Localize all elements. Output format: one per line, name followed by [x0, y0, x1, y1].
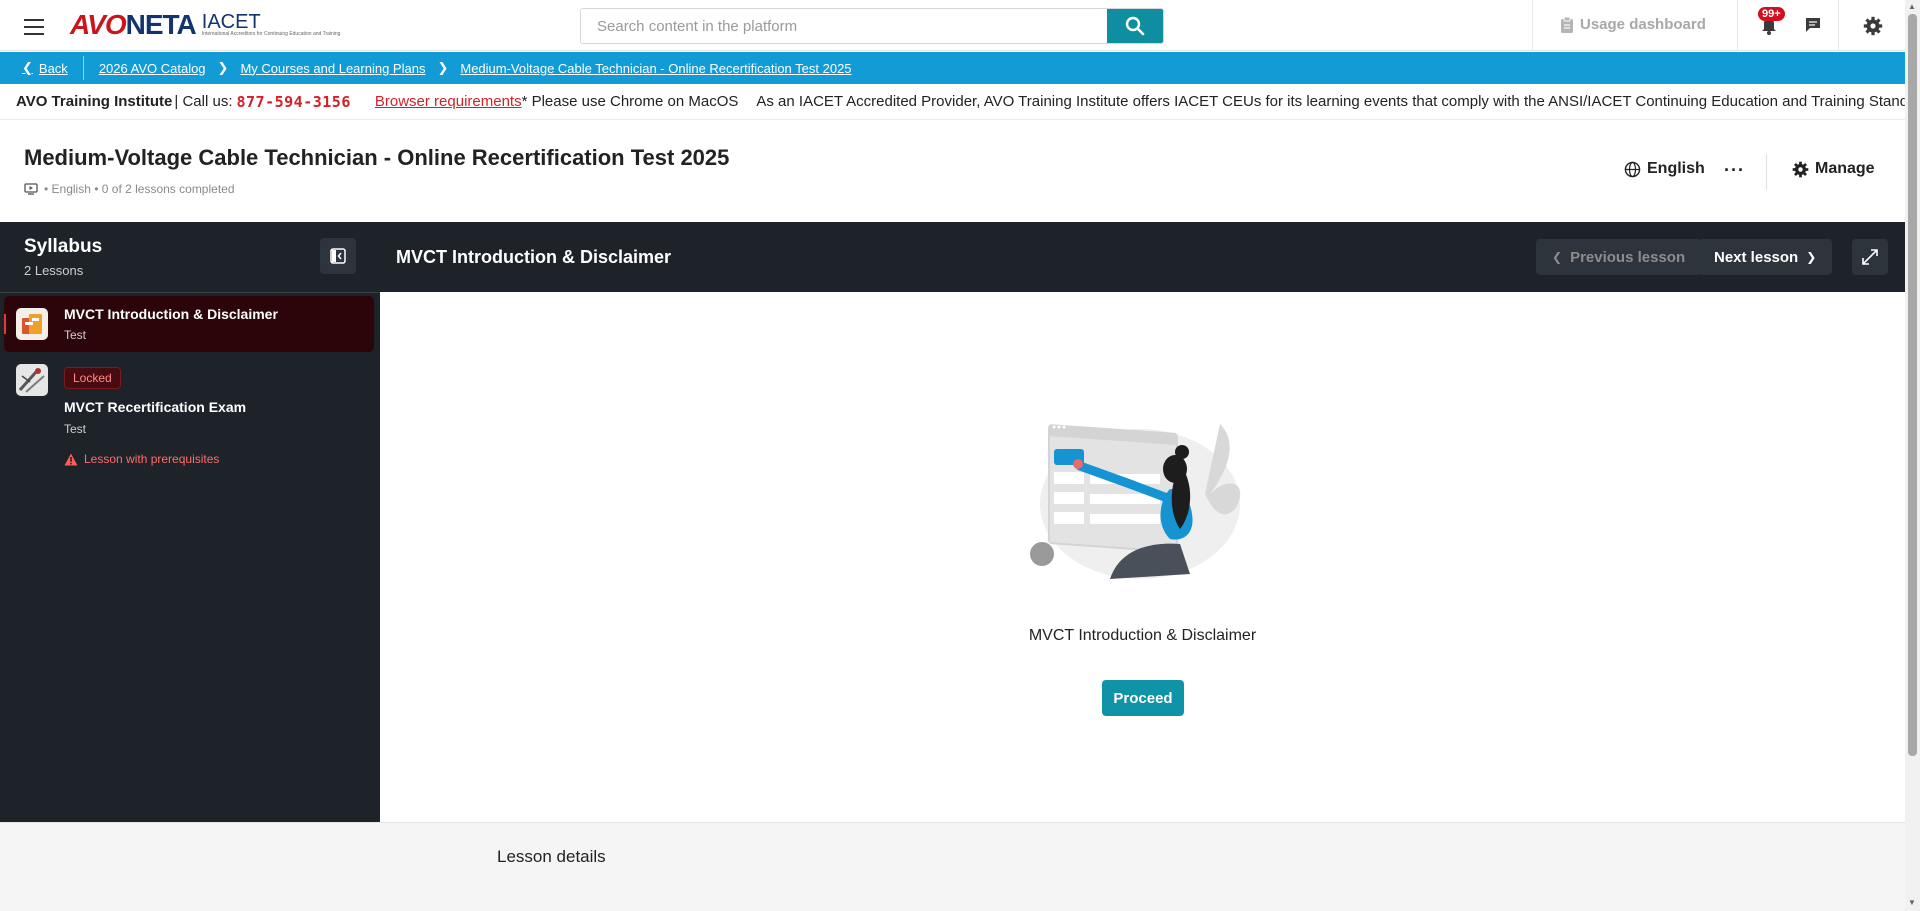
breadcrumb-item-catalog[interactable]: 2026 AVO Catalog — [99, 61, 206, 76]
syllabus-lesson-count: 2 Lessons — [24, 263, 84, 278]
chevron-right-icon: ❯ — [217, 60, 229, 75]
header-divider — [1766, 154, 1767, 190]
syllabus-sidebar: Syllabus 2 Lessons MVCT Introduction & D… — [0, 222, 380, 822]
phone-number: 877-594-3156 — [236, 92, 351, 111]
lesson-thumbnail-icon — [16, 364, 48, 396]
scrollbar-thumb[interactable] — [1908, 14, 1917, 756]
breadcrumb-divider — [82, 56, 84, 80]
header-divider — [1532, 0, 1533, 51]
warning-icon — [64, 453, 78, 465]
top-header: AVO NETA IACET International Accreditors … — [0, 0, 1905, 51]
proceed-button[interactable]: Proceed — [1102, 680, 1184, 716]
lesson-type: Test — [64, 422, 87, 436]
syllabus-lesson-item[interactable]: MVCT Introduction & Disclaimer Test — [4, 296, 374, 352]
lesson-details-label[interactable]: Lesson details — [497, 847, 606, 867]
institute-name: AVO Training Institute — [16, 93, 173, 110]
usage-dashboard-button[interactable]: Usage dashboard — [1560, 16, 1706, 33]
more-options-button[interactable]: ··· — [1724, 160, 1745, 181]
sidebar-collapse-icon — [330, 248, 346, 264]
chat-icon[interactable] — [1804, 16, 1822, 34]
language-selector[interactable]: English — [1624, 160, 1705, 178]
scroll-down-arrow-icon[interactable]: ▼ — [1908, 898, 1916, 907]
chevron-right-icon: ❯ — [1806, 250, 1817, 264]
header-divider — [1838, 0, 1839, 51]
lesson-name: MVCT Introduction & Disclaimer — [64, 306, 278, 322]
breadcrumb: ❮ Back 2026 AVO Catalog ❯ My Courses and … — [0, 52, 1905, 84]
chevron-right-icon: ❯ — [437, 60, 449, 75]
search-input[interactable] — [581, 9, 1107, 43]
course-type-icon — [24, 183, 38, 195]
lesson-header: MVCT Introduction & Disclaimer ❮ Previou… — [380, 222, 1905, 292]
scroll-up-arrow-icon[interactable]: ▲ — [1908, 2, 1916, 11]
browser-requirements-link[interactable]: Browser requirements — [375, 93, 522, 110]
locked-badge: Locked — [64, 367, 121, 389]
globe-icon — [1624, 161, 1641, 177]
notification-count-badge: 99+ — [1758, 7, 1785, 21]
syllabus-divider — [0, 292, 380, 293]
lesson-details-section: Lesson details — [0, 822, 1905, 911]
manage-button[interactable]: Manage — [1792, 160, 1875, 178]
lesson-content: MVCT Introduction & Disclaimer Proceed — [380, 292, 1905, 822]
active-indicator — [4, 314, 6, 334]
menu-icon[interactable] — [22, 16, 46, 36]
prerequisite-warning: Lesson with prerequisites — [64, 452, 219, 466]
syllabus-lesson-item[interactable]: Locked MVCT Recertification Exam Test Le… — [4, 362, 374, 472]
syllabus-title: Syllabus — [24, 236, 103, 257]
lesson-thumbnail — [16, 364, 48, 396]
course-meta: • English • 0 of 2 lessons completed — [24, 182, 235, 196]
lesson-thumbnail-icon — [16, 308, 48, 340]
search-icon — [1125, 16, 1145, 36]
course-title: Medium-Voltage Cable Technician - Online… — [24, 145, 730, 170]
search-bar — [580, 8, 1164, 44]
search-button[interactable] — [1107, 9, 1163, 43]
lesson-illustration — [1030, 424, 1241, 579]
expand-icon — [1862, 249, 1878, 265]
header-divider — [1737, 0, 1738, 51]
page-scrollbar[interactable]: ▲ ▼ — [1905, 0, 1920, 911]
avo-neta-iacet-logo[interactable]: AVO NETA IACET International Accreditors … — [70, 8, 340, 42]
info-banner: AVO Training Institute | Call us: 877-59… — [0, 84, 1920, 120]
chevron-left-icon: ❮ — [1552, 250, 1563, 264]
collapse-sidebar-button[interactable] — [320, 238, 356, 274]
requirements-note: * Please use Chrome on MacOS — [521, 93, 739, 110]
back-link[interactable]: ❮ Back — [22, 60, 68, 76]
previous-lesson-button[interactable]: ❮ Previous lesson — [1536, 239, 1702, 275]
next-lesson-button[interactable]: Next lesson ❯ — [1698, 239, 1833, 275]
fullscreen-button[interactable] — [1852, 239, 1888, 275]
lesson-type: Test — [64, 328, 87, 342]
lesson-thumbnail — [16, 308, 48, 340]
lesson-content-name: MVCT Introduction & Disclaimer — [1028, 627, 1257, 644]
breadcrumb-item-my-courses[interactable]: My Courses and Learning Plans — [240, 61, 425, 76]
clipboard-icon — [1561, 16, 1573, 33]
lesson-name: MVCT Recertification Exam — [64, 399, 247, 415]
chevron-left-icon: ❮ — [22, 60, 33, 75]
iacet-note: As an IACET Accredited Provider, AVO Tra… — [756, 93, 1920, 110]
lesson-title: MVCT Introduction & Disclaimer — [396, 247, 672, 267]
settings-gear-icon[interactable] — [1863, 16, 1883, 36]
gear-icon — [1792, 161, 1809, 177]
call-label: | Call us: — [174, 93, 233, 110]
breadcrumb-item-current-course[interactable]: Medium-Voltage Cable Technician - Online… — [460, 61, 851, 76]
